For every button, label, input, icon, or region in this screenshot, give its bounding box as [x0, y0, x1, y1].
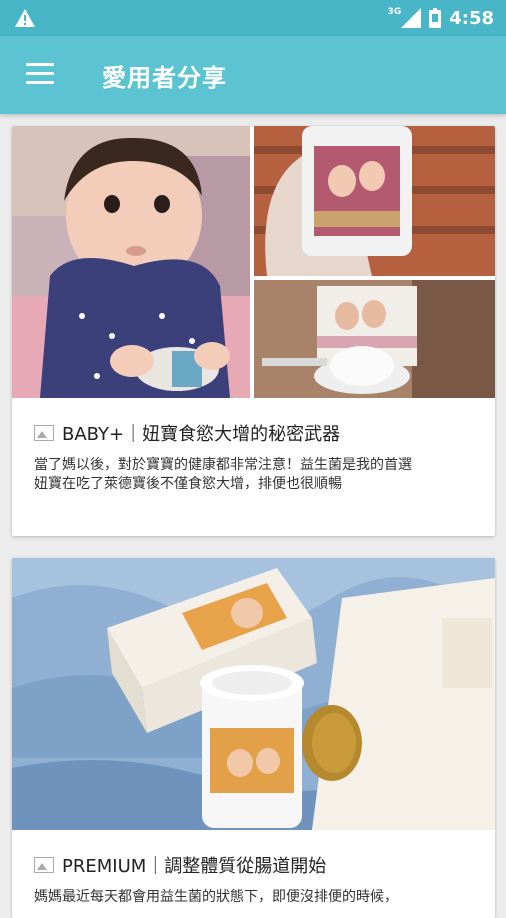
network-type-label: 3G	[387, 7, 402, 17]
post-card[interactable]: BABY+｜妞寶食慾大增的秘密武器 當了媽以後，對於寶寶的健康都非常注意！益生菌…	[12, 126, 495, 536]
post-image-collage[interactable]	[12, 126, 495, 398]
post-title[interactable]: PREMIUM｜調整體質從腸道開始	[34, 852, 326, 878]
status-time: 4:58	[449, 7, 494, 29]
post-description: 媽媽最近每天都會用益生菌的狀態下，即便沒排便的時候，	[34, 888, 479, 907]
post-description-line: 當了媽以後，對於寶寶的健康都非常注意！益生菌是我的首選	[34, 457, 412, 473]
signal-icon	[401, 8, 422, 28]
image-icon	[34, 425, 54, 441]
post-description: 當了媽以後，對於寶寶的健康都非常注意！益生菌是我的首選 妞寶在吃了萊德寶後不僅食…	[34, 456, 479, 494]
status-bar: 3G 4:58	[0, 0, 506, 36]
post-image[interactable]	[12, 558, 495, 830]
warning-icon	[15, 9, 35, 27]
post-description-line: 媽媽最近每天都會用益生菌的狀態下，即便沒排便的時候，	[34, 889, 398, 905]
post-title-text: PREMIUM｜調整體質從腸道開始	[62, 856, 327, 877]
battery-icon	[429, 8, 442, 28]
post-title[interactable]: BABY+｜妞寶食慾大增的秘密武器	[34, 420, 340, 446]
app-bar: 愛用者分享	[0, 36, 506, 114]
post-description-line: 妞寶在吃了萊德寶後不僅食慾大增，排便也很順暢	[34, 476, 342, 492]
image-icon	[34, 857, 54, 873]
page-title: 愛用者分享	[102, 64, 227, 92]
post-title-text: BABY+｜妞寶食慾大增的秘密武器	[62, 424, 341, 445]
hamburger-menu-icon[interactable]	[26, 63, 54, 85]
post-card[interactable]: PREMIUM｜調整體質從腸道開始 媽媽最近每天都會用益生菌的狀態下，即便沒排便…	[12, 558, 495, 918]
